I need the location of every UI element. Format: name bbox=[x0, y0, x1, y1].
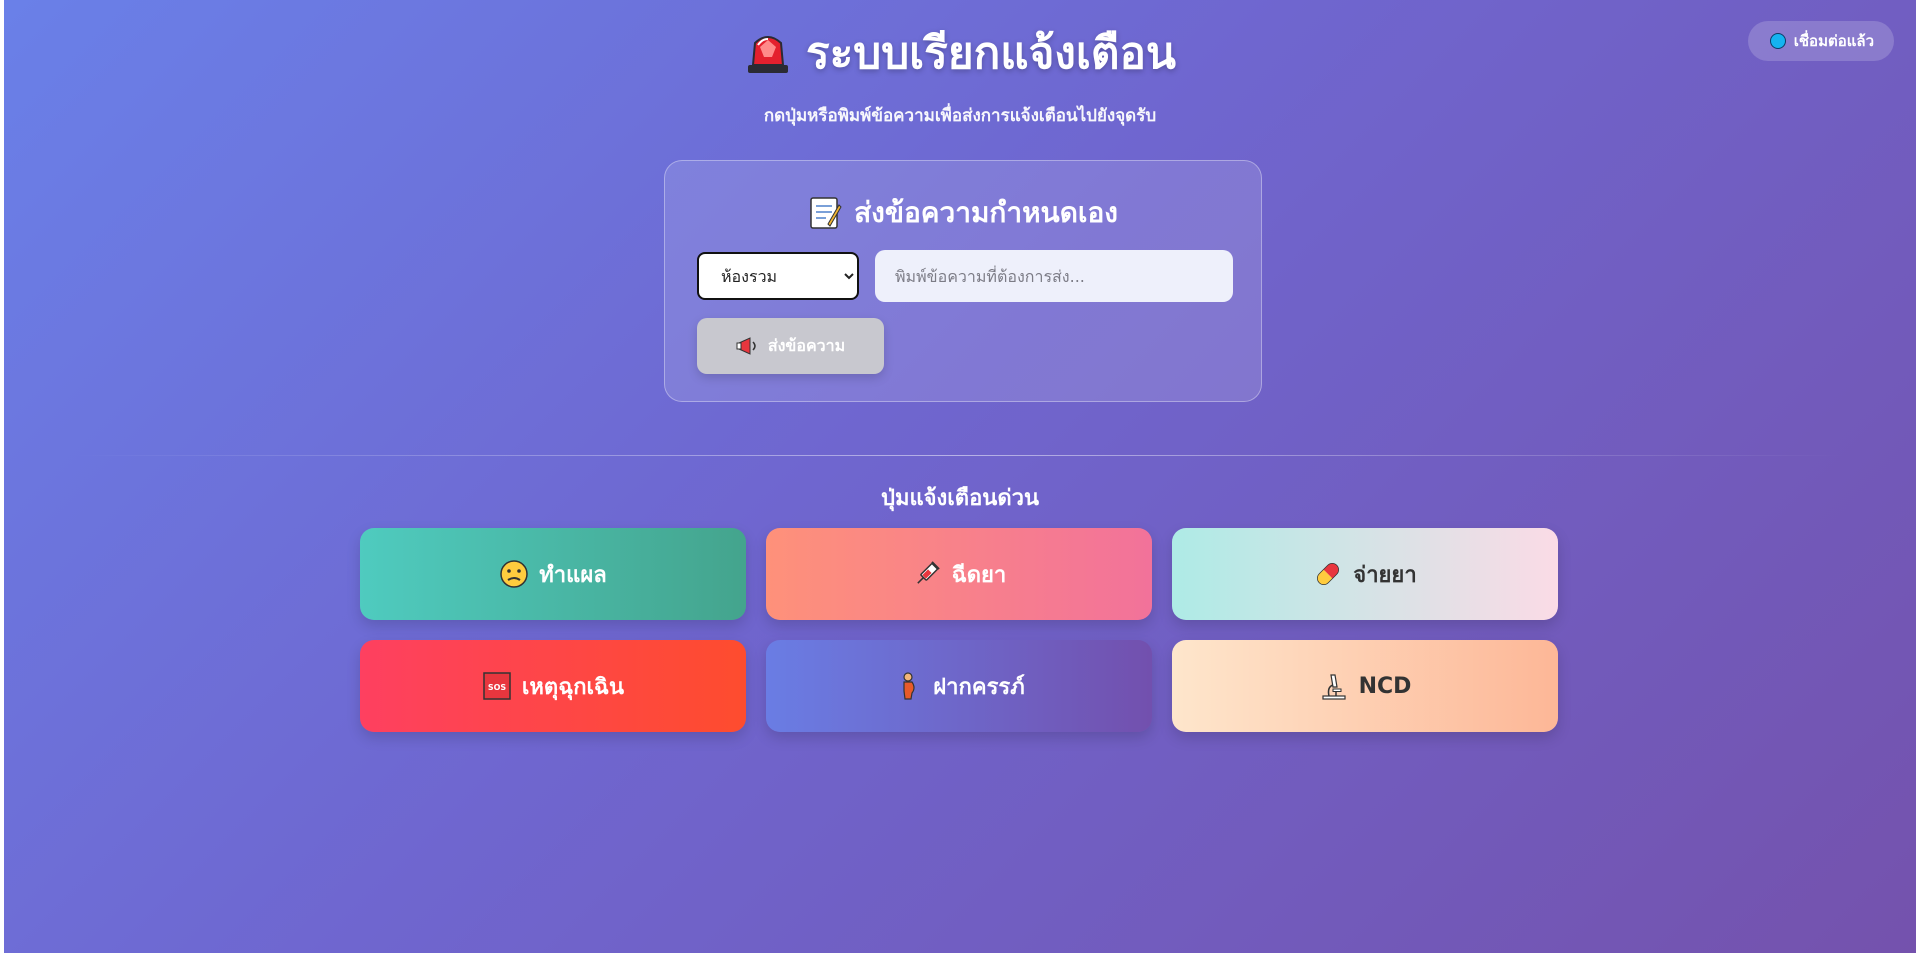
send-message-button[interactable]: ส่งข้อความ bbox=[697, 318, 884, 374]
siren-icon bbox=[748, 36, 789, 73]
section-divider bbox=[74, 455, 1846, 456]
custom-message-title-text: ส่งข้อความกำหนดเอง bbox=[854, 196, 1118, 229]
svg-text:SOS: SOS bbox=[488, 683, 507, 692]
ncd-button[interactable]: NCD bbox=[1172, 640, 1558, 732]
wound-dressing-label: ทำแผล bbox=[539, 562, 607, 588]
emergency-button[interactable]: SOS เหตุฉุกเฉิน bbox=[360, 640, 746, 732]
megaphone-icon bbox=[736, 337, 756, 355]
send-message-label: ส่งข้อความ bbox=[767, 335, 846, 355]
emergency-label: เหตุฉุกเฉิน bbox=[521, 674, 625, 700]
ncd-label: NCD bbox=[1358, 673, 1412, 699]
custom-message-title: ส่งข้อความกำหนดเอง bbox=[665, 191, 1261, 235]
injection-label: ฉีดยา bbox=[951, 562, 1007, 588]
message-input[interactable] bbox=[875, 250, 1233, 302]
page-header: ระบบเรียกแจ้งเตือน กดปุ่มหรือพิมพ์ข้อควา… bbox=[4, 26, 1916, 129]
syringe-icon bbox=[917, 561, 940, 584]
pill-icon bbox=[1317, 563, 1340, 585]
microscope-icon bbox=[1321, 674, 1346, 700]
sos-icon: SOS bbox=[483, 672, 511, 700]
page-title-text: ระบบเรียกแจ้งเตือน bbox=[806, 28, 1176, 79]
pregnant-woman-icon bbox=[903, 672, 915, 700]
prenatal-care-button[interactable]: ฝากครรภ์ bbox=[766, 640, 1152, 732]
page-title: ระบบเรียกแจ้งเตือน bbox=[744, 26, 1176, 80]
worried-face-icon bbox=[500, 560, 529, 588]
injection-button[interactable]: ฉีดยา bbox=[766, 528, 1152, 620]
room-select[interactable]: ห้องรวม bbox=[697, 252, 859, 300]
wound-dressing-button[interactable]: ทำแผล bbox=[360, 528, 746, 620]
custom-message-panel: ส่งข้อความกำหนดเอง ห้องรวม ส่งข้อความ bbox=[664, 160, 1262, 402]
page-subtitle: กดปุ่มหรือพิมพ์ข้อความเพื่อส่งการแจ้งเตื… bbox=[763, 106, 1157, 126]
quick-alerts-title: ปุ่มแจ้งเตือนด่วน bbox=[880, 486, 1040, 511]
app-background: เชื่อมต่อแล้ว ระบบเรียกแจ้งเตือน กดปุ่มห… bbox=[4, 0, 1916, 953]
dispense-medicine-label: จ่ายยา bbox=[1353, 562, 1417, 588]
quick-alerts-grid: ทำแผล ฉีดยา จ่ายยา SOS เหตุฉุกเฉิน ฝากคร… bbox=[360, 528, 1558, 732]
memo-icon bbox=[810, 197, 842, 229]
dispense-medicine-button[interactable]: จ่ายยา bbox=[1172, 528, 1558, 620]
prenatal-care-label: ฝากครรภ์ bbox=[933, 674, 1025, 700]
